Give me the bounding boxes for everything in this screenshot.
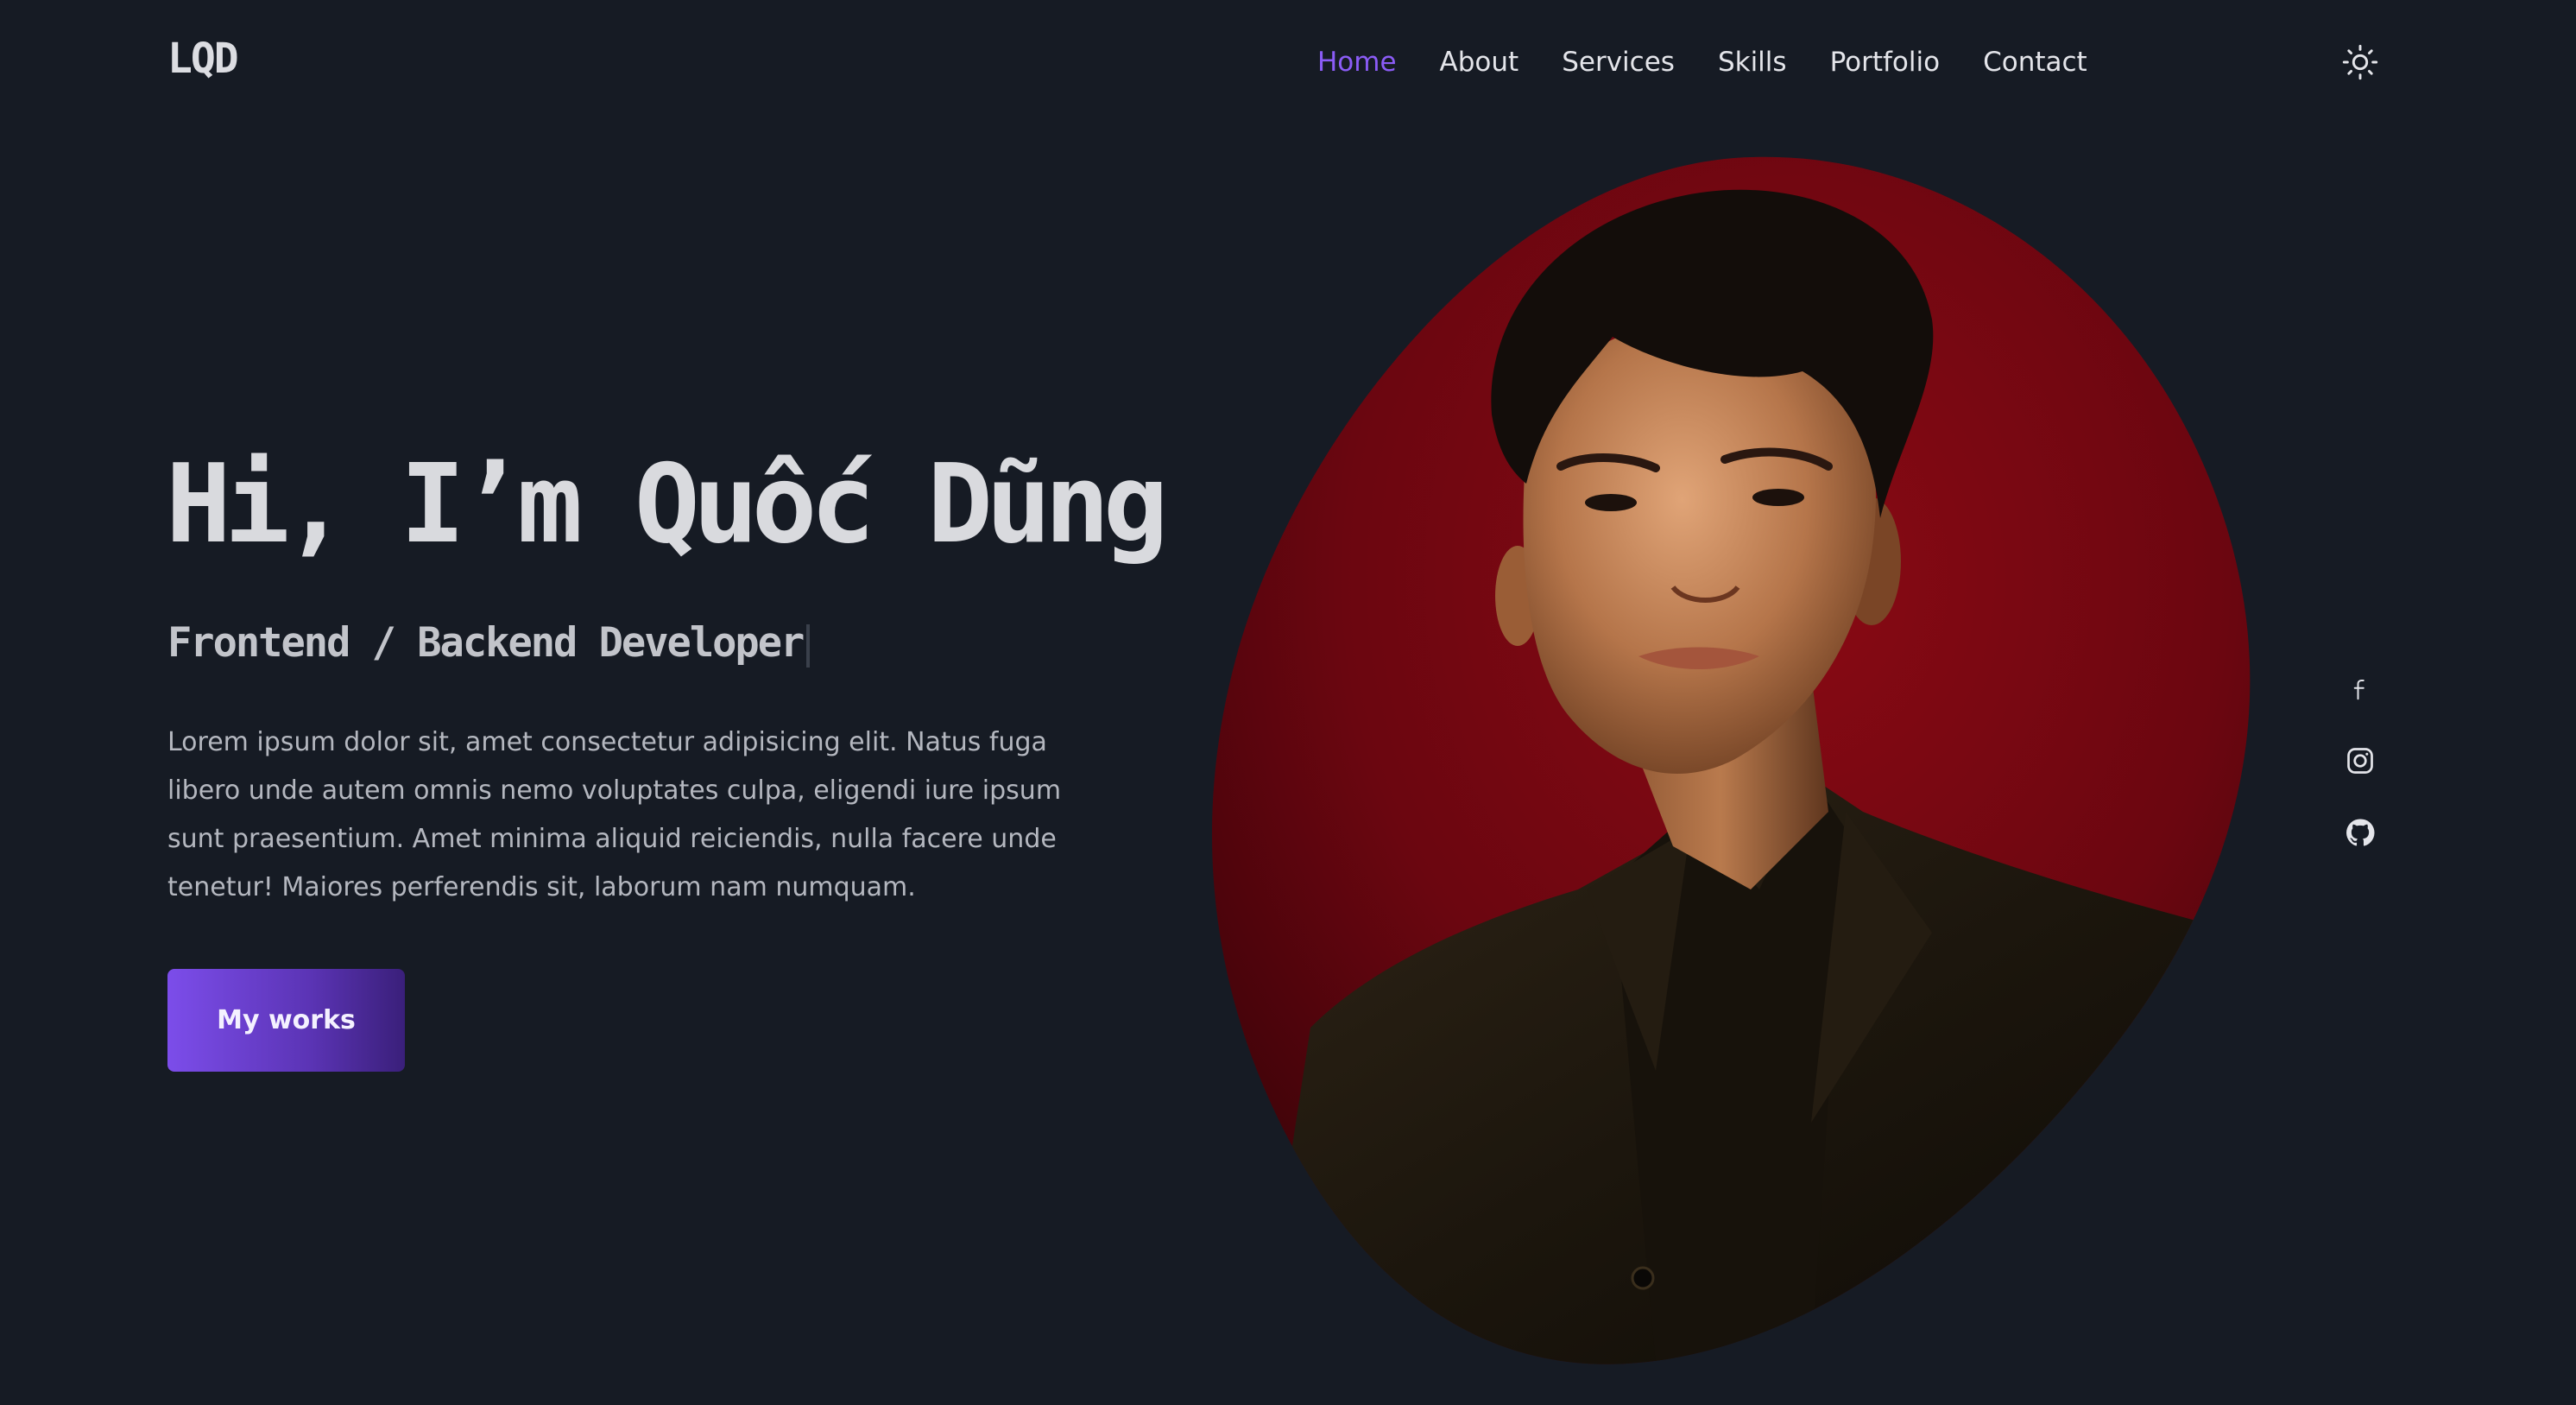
nav-item-services[interactable]: Services <box>1562 45 1675 79</box>
nav-item-skills[interactable]: Skills <box>1718 45 1787 79</box>
instagram-link[interactable] <box>2341 742 2379 780</box>
theme-toggle-button[interactable] <box>2341 43 2379 81</box>
social-links <box>2341 670 2379 851</box>
hero-subtitle-text: Frontend / Backend Developer <box>167 619 805 667</box>
github-link[interactable] <box>2341 813 2379 851</box>
nav-item-about[interactable]: About <box>1440 45 1519 79</box>
facebook-icon <box>2353 680 2364 700</box>
facebook-link[interactable] <box>2341 670 2379 708</box>
nav-item-contact[interactable]: Contact <box>1983 45 2087 79</box>
hero-title: Hi, I’m Quốc Dũng <box>166 440 1169 567</box>
instagram-icon <box>2347 748 2373 774</box>
my-works-button[interactable]: My works <box>167 969 405 1072</box>
nav-item-portfolio[interactable]: Portfolio <box>1830 45 1941 79</box>
main-nav: Home About Services Skills Portfolio Con… <box>1317 45 2087 79</box>
page: LQD Home About Services Skills Portfolio… <box>0 0 2576 1405</box>
typing-caret <box>806 623 811 668</box>
nav-item-home[interactable]: Home <box>1317 45 1397 79</box>
hero-subtitle: Frontend / Backend Developer <box>167 617 811 670</box>
github-icon <box>2346 819 2375 846</box>
sun-icon <box>2342 44 2378 80</box>
profile-photo <box>1211 156 2251 1364</box>
logo[interactable]: LQD <box>167 38 239 79</box>
hero-description: Lorem ipsum dolor sit, amet consectetur … <box>167 727 1062 902</box>
